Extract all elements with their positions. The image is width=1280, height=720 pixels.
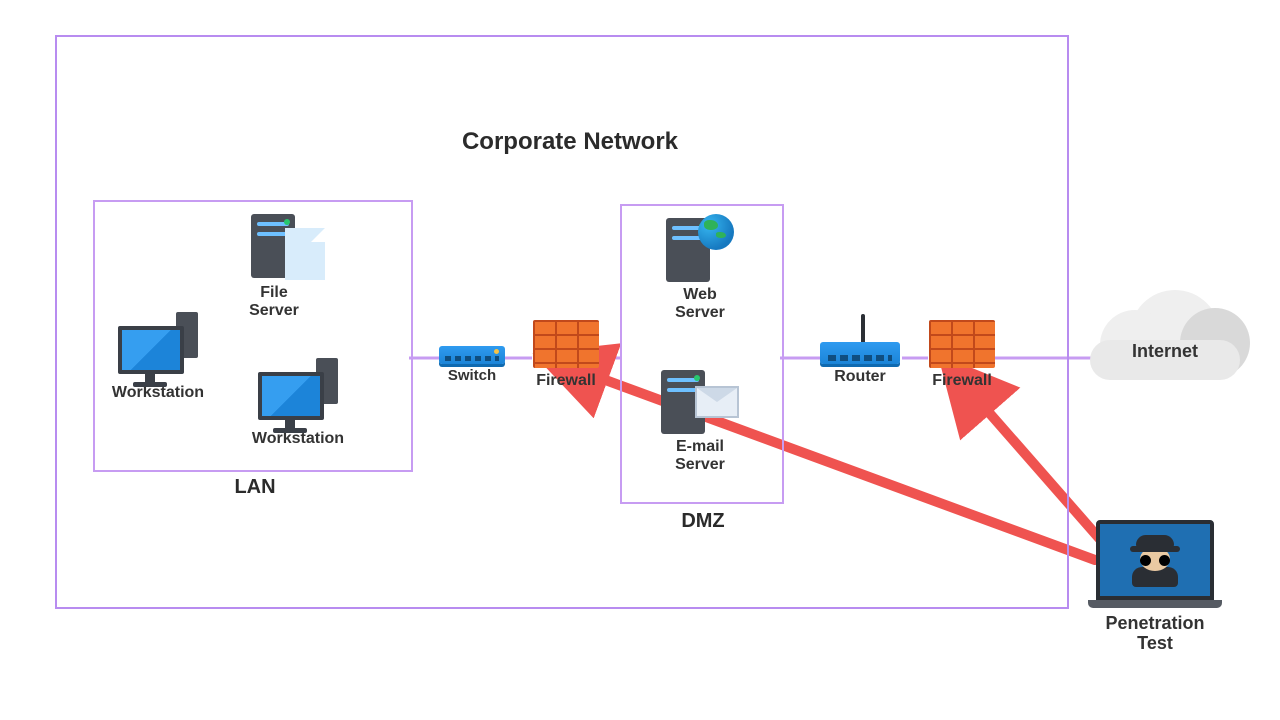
corporate-network-title: Corporate Network	[380, 128, 760, 156]
penetration-test: Penetration Test	[1080, 520, 1230, 654]
internet-cloud: Internet	[1080, 290, 1250, 380]
web-server: Web Server	[650, 218, 750, 321]
dmz-zone-label: DMZ	[668, 510, 738, 533]
file-server: File Server	[238, 214, 338, 319]
firewall-icon	[929, 320, 995, 368]
firewall-inner: Firewall	[526, 320, 606, 390]
firewall-outer-label: Firewall	[932, 372, 992, 390]
workstation-2: Workstation	[250, 356, 346, 448]
workstation-1: Workstation	[110, 310, 206, 402]
router-label: Router	[834, 368, 886, 386]
cloud-icon	[1090, 290, 1240, 380]
email-server-label: E-mail Server	[675, 438, 725, 473]
envelope-icon	[695, 386, 739, 418]
spy-icon	[1132, 535, 1178, 585]
diagram-stage: Corporate Network LAN Workstation Workst…	[0, 0, 1280, 720]
switch: Switch	[432, 346, 512, 385]
document-icon	[285, 228, 325, 280]
firewall-inner-label: Firewall	[536, 372, 596, 390]
antenna-icon	[861, 314, 865, 344]
penetration-test-label: Penetration Test	[1105, 614, 1204, 654]
firewall-outer: Firewall	[922, 320, 1002, 390]
switch-label: Switch	[448, 368, 496, 385]
file-server-label: File Server	[249, 284, 299, 319]
internet-label: Internet	[1080, 342, 1250, 362]
switch-icon	[439, 346, 505, 364]
monitor-icon	[118, 326, 184, 374]
router: Router	[810, 314, 910, 386]
globe-icon	[698, 214, 734, 250]
email-server: E-mail Server	[650, 370, 750, 473]
monitor-icon	[258, 372, 324, 420]
router-icon	[820, 342, 900, 364]
laptop-icon	[1096, 520, 1214, 600]
web-server-label: Web Server	[675, 286, 725, 321]
firewall-icon	[533, 320, 599, 368]
lan-zone-label: LAN	[210, 476, 300, 499]
